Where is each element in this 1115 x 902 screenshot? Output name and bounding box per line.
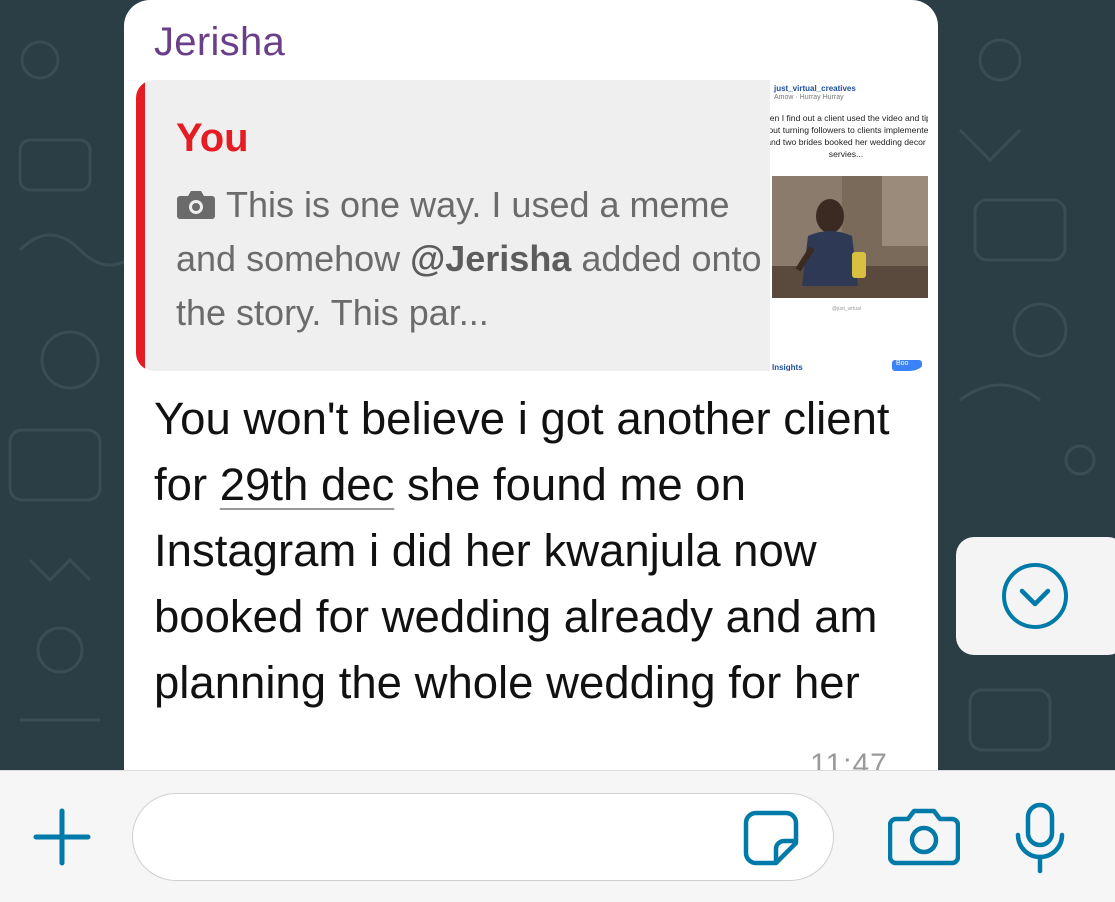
thumbnail-audio: Amow · Hurray Hurray	[774, 94, 844, 101]
date-link[interactable]: 29th dec	[220, 459, 395, 510]
microphone-icon[interactable]	[1012, 801, 1068, 875]
quote-accent-bar	[136, 80, 145, 371]
sticker-icon[interactable]	[742, 809, 800, 867]
mention[interactable]: @Jerisha	[410, 238, 571, 279]
thumbnail-insights: Insights	[772, 363, 803, 371]
message-input[interactable]	[132, 793, 834, 881]
message-bubble[interactable]: Jerisha You This is one way. I used a me…	[124, 0, 938, 770]
chevron-down-icon	[1000, 561, 1070, 636]
message-timestamp: 11:47	[810, 748, 888, 770]
camera-icon[interactable]	[887, 805, 961, 869]
sender-name: Jerisha	[154, 20, 286, 64]
thumbnail-boost-button: Boo	[892, 360, 922, 371]
quote-text: This is one way. I used a meme and someh…	[176, 178, 766, 340]
quote-thumbnail[interactable]: just_virtual_creatives Amow · Hurray Hur…	[770, 80, 928, 371]
thumbnail-username: just_virtual_creatives	[774, 84, 856, 93]
thumbnail-header: just_virtual_creatives Amow · Hurray Hur…	[770, 80, 928, 114]
thumbnail-caption: When I find out a client used the video …	[770, 113, 928, 159]
scroll-to-bottom-button[interactable]	[956, 537, 1115, 655]
message-text: You won't believe i got another client f…	[154, 386, 914, 716]
camera-icon	[176, 181, 216, 219]
quoted-message[interactable]: You This is one way. I used a meme and s…	[136, 80, 928, 371]
composer-bar	[0, 770, 1115, 902]
plus-icon[interactable]	[30, 805, 94, 869]
thumbnail-photo	[772, 176, 928, 298]
thumbnail-watermark: @just_virtual	[832, 306, 861, 312]
quote-author: You	[176, 116, 249, 160]
